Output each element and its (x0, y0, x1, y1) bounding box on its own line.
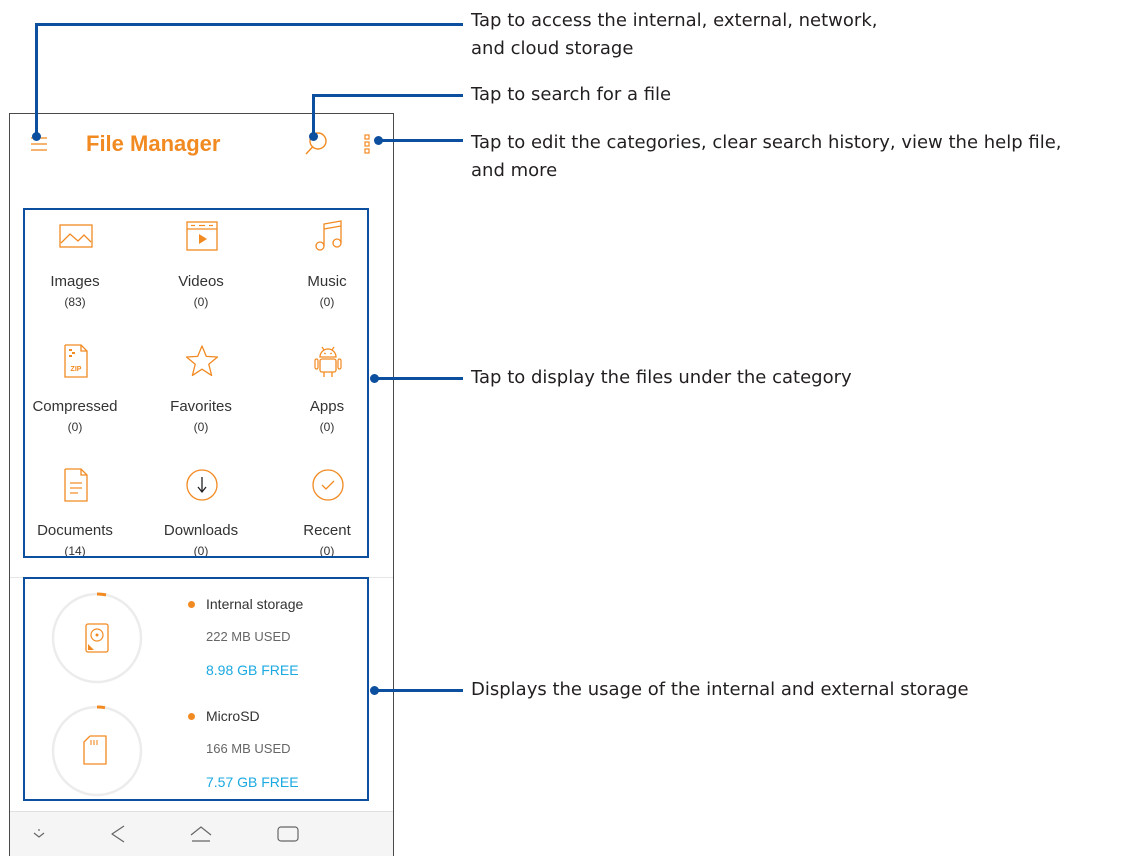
more-options-icon[interactable] (362, 132, 372, 156)
more-annotation-line2: and more (471, 160, 558, 181)
more-annotation-line1: Tap to edit the categories, clear search… (471, 132, 1062, 153)
search-leader-dot (309, 132, 318, 141)
more-leader-horizontal (378, 139, 463, 142)
storage-leader-dot (370, 686, 379, 695)
categories-leader-dot (370, 374, 379, 383)
more-leader-dot (374, 136, 383, 145)
categories-annotation: Tap to display the files under the categ… (471, 367, 852, 388)
search-leader-horizontal (312, 94, 463, 97)
menu-leader-horizontal (35, 23, 463, 26)
storage-annotation: Displays the usage of the internal and e… (471, 679, 969, 700)
app-title: File Manager (86, 131, 221, 156)
search-annotation: Tap to search for a file (471, 84, 672, 105)
more-annotation: Tap to edit the categories, clear search… (471, 129, 1062, 185)
categories-highlight-box (23, 208, 369, 558)
notification-pull-icon[interactable] (26, 822, 52, 846)
home-icon[interactable] (188, 822, 214, 846)
recent-apps-icon[interactable] (275, 822, 301, 846)
storage-highlight-box (23, 577, 369, 801)
menu-annotation-line1: Tap to access the internal, external, ne… (471, 10, 878, 31)
menu-annotation-line2: and cloud storage (471, 38, 634, 59)
menu-leader-vertical (35, 24, 38, 136)
storage-leader-horizontal (374, 689, 463, 692)
back-icon[interactable] (105, 822, 131, 846)
menu-leader-dot (32, 132, 41, 141)
app-bar: File Manager (10, 114, 393, 178)
system-navbar (10, 811, 393, 856)
categories-leader-horizontal (374, 377, 463, 380)
menu-annotation: Tap to access the internal, external, ne… (471, 7, 877, 63)
